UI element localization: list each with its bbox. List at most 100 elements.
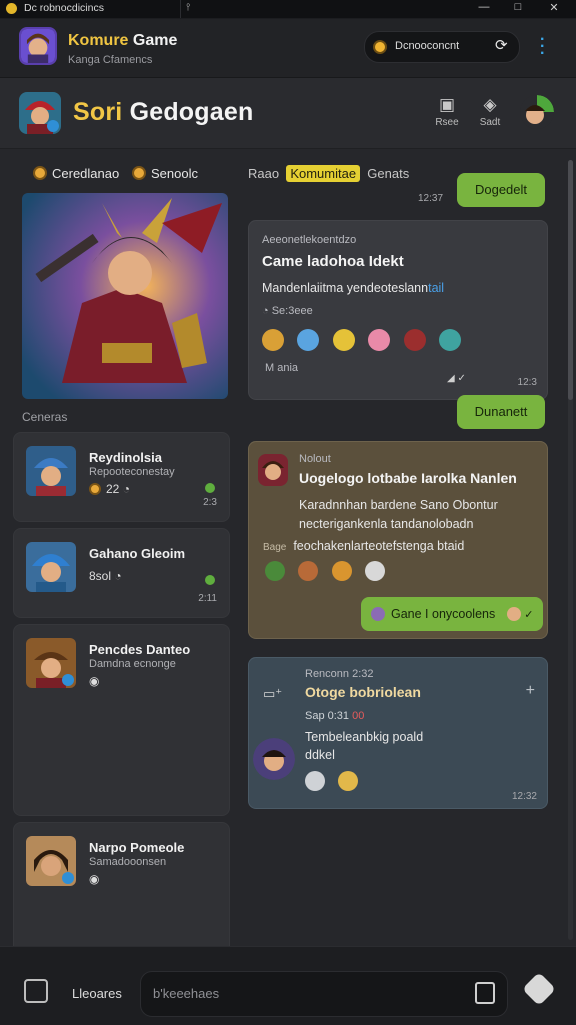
message-card[interactable]: Nolout Uogelogo lotbabe Iarolka Nanlen K… <box>248 441 548 639</box>
library-label[interactable]: Lleoares <box>72 986 122 1001</box>
tab-genats[interactable]: Genats <box>367 166 409 181</box>
reaction-icon[interactable] <box>338 771 359 791</box>
library-icon[interactable] <box>24 979 48 1003</box>
game-name: Pencdes Danteo <box>89 642 191 657</box>
coin-icon <box>89 483 101 495</box>
dunanett-button[interactable]: Dunanett <box>457 395 545 429</box>
message-author: Nolout <box>299 453 331 465</box>
add-icon[interactable]: + <box>526 682 535 700</box>
message-line: Tembeleanbkig poald <box>305 730 424 744</box>
game-stat: 22 ◔ <box>89 482 130 496</box>
game-meta: Damdna ecnonge <box>89 658 176 670</box>
scrollbar-thumb[interactable] <box>568 160 573 400</box>
message-line: necterigankenla tandanolobadn <box>299 517 474 531</box>
post-footer: M ania <box>265 362 299 374</box>
app-title: Komure Game <box>68 32 178 49</box>
message-line: Sap 0:31 00 <box>305 710 365 722</box>
window-title: Dc robnocdicincs <box>24 2 104 14</box>
game-stat: 8sol ◔ <box>89 569 122 583</box>
coin-icon <box>33 166 47 180</box>
reaction-icon[interactable] <box>332 329 355 351</box>
post-card[interactable]: Aeeonetlekoentdzo Came ladohoa Idekt Man… <box>248 220 548 400</box>
message-avatar <box>253 738 295 780</box>
game-thumbnail <box>26 542 76 592</box>
shield-icon: ◈ <box>483 95 497 114</box>
user-avatar-image <box>520 95 554 129</box>
channel-avatar-image <box>19 92 61 134</box>
channel-avatar[interactable] <box>19 92 61 134</box>
camera-icon: ▣ <box>438 95 456 114</box>
game-card[interactable]: Narpo Pomeole Samadooonsen ◉ <box>13 822 230 954</box>
reaction-row <box>262 329 470 356</box>
attach-icon[interactable] <box>475 982 495 1004</box>
message-input[interactable]: b'keeehaes <box>140 971 508 1017</box>
message-input-placeholder: b'keeehaes <box>153 986 220 1001</box>
game-name: Narpo Pomeole <box>89 840 185 855</box>
message-time: 12:32 <box>511 791 537 802</box>
reaction-icon[interactable] <box>331 561 352 581</box>
message-card[interactable]: Renconn 2:32 ▭⁺ Otoge bobriolean + Sap 0… <box>248 657 548 809</box>
currency-search-pill[interactable]: Dcnooconcnt ⟳ <box>364 31 520 63</box>
send-icon[interactable]: ◢ ✓ <box>447 373 466 384</box>
game-card[interactable]: Gahano Gleoim 8sol ◔ 2:11 <box>13 528 230 618</box>
game-card[interactable]: Reydinolsia Repooteconestay 22 ◔ 2:3 <box>13 432 230 522</box>
settings-icon[interactable] <box>522 972 556 1006</box>
tab-raao[interactable]: Raao <box>248 166 279 181</box>
online-status-dot <box>205 483 215 493</box>
game-name: Gahano Gleoim <box>89 546 186 561</box>
game-time: 2:3 <box>203 497 217 508</box>
tab-senoolc[interactable]: Senoolc <box>132 166 198 181</box>
clock-icon: ◔ <box>122 482 130 496</box>
camera-action-label: Rsee <box>435 117 459 128</box>
post-author: Aeeonetlekoentdzo <box>262 234 357 246</box>
window-titlebar: Dc robnocdicincs ⫯ — □ ✕ <box>0 0 576 19</box>
app-icon <box>6 3 17 14</box>
tab-komumitae[interactable]: Komumitae <box>286 165 361 182</box>
post-body: Mandenlaiitma yendeoteslanntail <box>262 281 445 295</box>
reaction-icon[interactable] <box>365 561 386 581</box>
online-status-dot <box>205 575 215 585</box>
reaction-icon[interactable] <box>265 561 285 581</box>
reaction-icon[interactable] <box>297 329 320 351</box>
message-title: Uogelogo lotbabe Iarolka Nanlen <box>299 470 517 486</box>
close-button[interactable]: ✕ <box>542 1 566 17</box>
reply-chip[interactable]: Gane I onycoolens ✓ <box>361 597 543 631</box>
more-menu-icon[interactable]: · · · <box>540 32 545 62</box>
reaction-icon[interactable] <box>298 561 319 581</box>
minimize-button[interactable]: — <box>472 1 496 17</box>
game-name: Reydinolsia <box>89 450 162 465</box>
game-thumbnail <box>26 638 76 688</box>
game-meta: Repooteconestay <box>89 466 175 478</box>
pin-icon[interactable]: ⫯ <box>186 2 190 13</box>
message-line: Karadnnhan bardene Sano Obontur <box>299 498 498 512</box>
avatar-image <box>21 29 55 63</box>
reaction-icon[interactable] <box>305 771 325 791</box>
game-time: 2:11 <box>198 593 217 604</box>
reaction-icon[interactable] <box>262 329 284 351</box>
app-avatar[interactable] <box>19 27 57 65</box>
game-thumbnail <box>26 836 76 886</box>
reaction-icon[interactable] <box>403 329 426 351</box>
hero-illustration <box>22 193 228 399</box>
game-meta: Samadooonsen <box>89 856 167 868</box>
message-title: Otoge bobriolean <box>305 684 421 700</box>
maximize-button[interactable]: □ <box>506 1 530 17</box>
location-icon: ◉ <box>89 872 100 886</box>
video-icon[interactable]: ▭⁺ <box>263 686 282 702</box>
reaction-icon[interactable] <box>439 329 462 351</box>
camera-action-button[interactable]: ▣ Rsee <box>427 94 467 128</box>
game-card[interactable]: Pencdes Danteo Damdna ecnonge ◉ <box>13 624 230 816</box>
refresh-icon[interactable]: ⟳ <box>495 36 508 54</box>
message-line: Bage feochakenlarteotefstenga btaid <box>263 539 465 553</box>
user-avatar[interactable] <box>520 95 554 129</box>
tab-ceredlanao[interactable]: Ceredlanao <box>33 166 119 181</box>
game-thumbnail <box>26 446 76 496</box>
featured-hero-image[interactable] <box>22 193 228 399</box>
shield-action-button[interactable]: ◈ Sadt <box>470 94 510 128</box>
dogedelt-button[interactable]: Dogedelt <box>457 173 545 207</box>
reaction-row <box>265 561 394 586</box>
coin-icon <box>373 40 387 54</box>
reaction-icon[interactable] <box>368 329 391 351</box>
chip-emoji-icon <box>506 607 521 621</box>
section-label-genres: Ceneras <box>22 410 68 424</box>
